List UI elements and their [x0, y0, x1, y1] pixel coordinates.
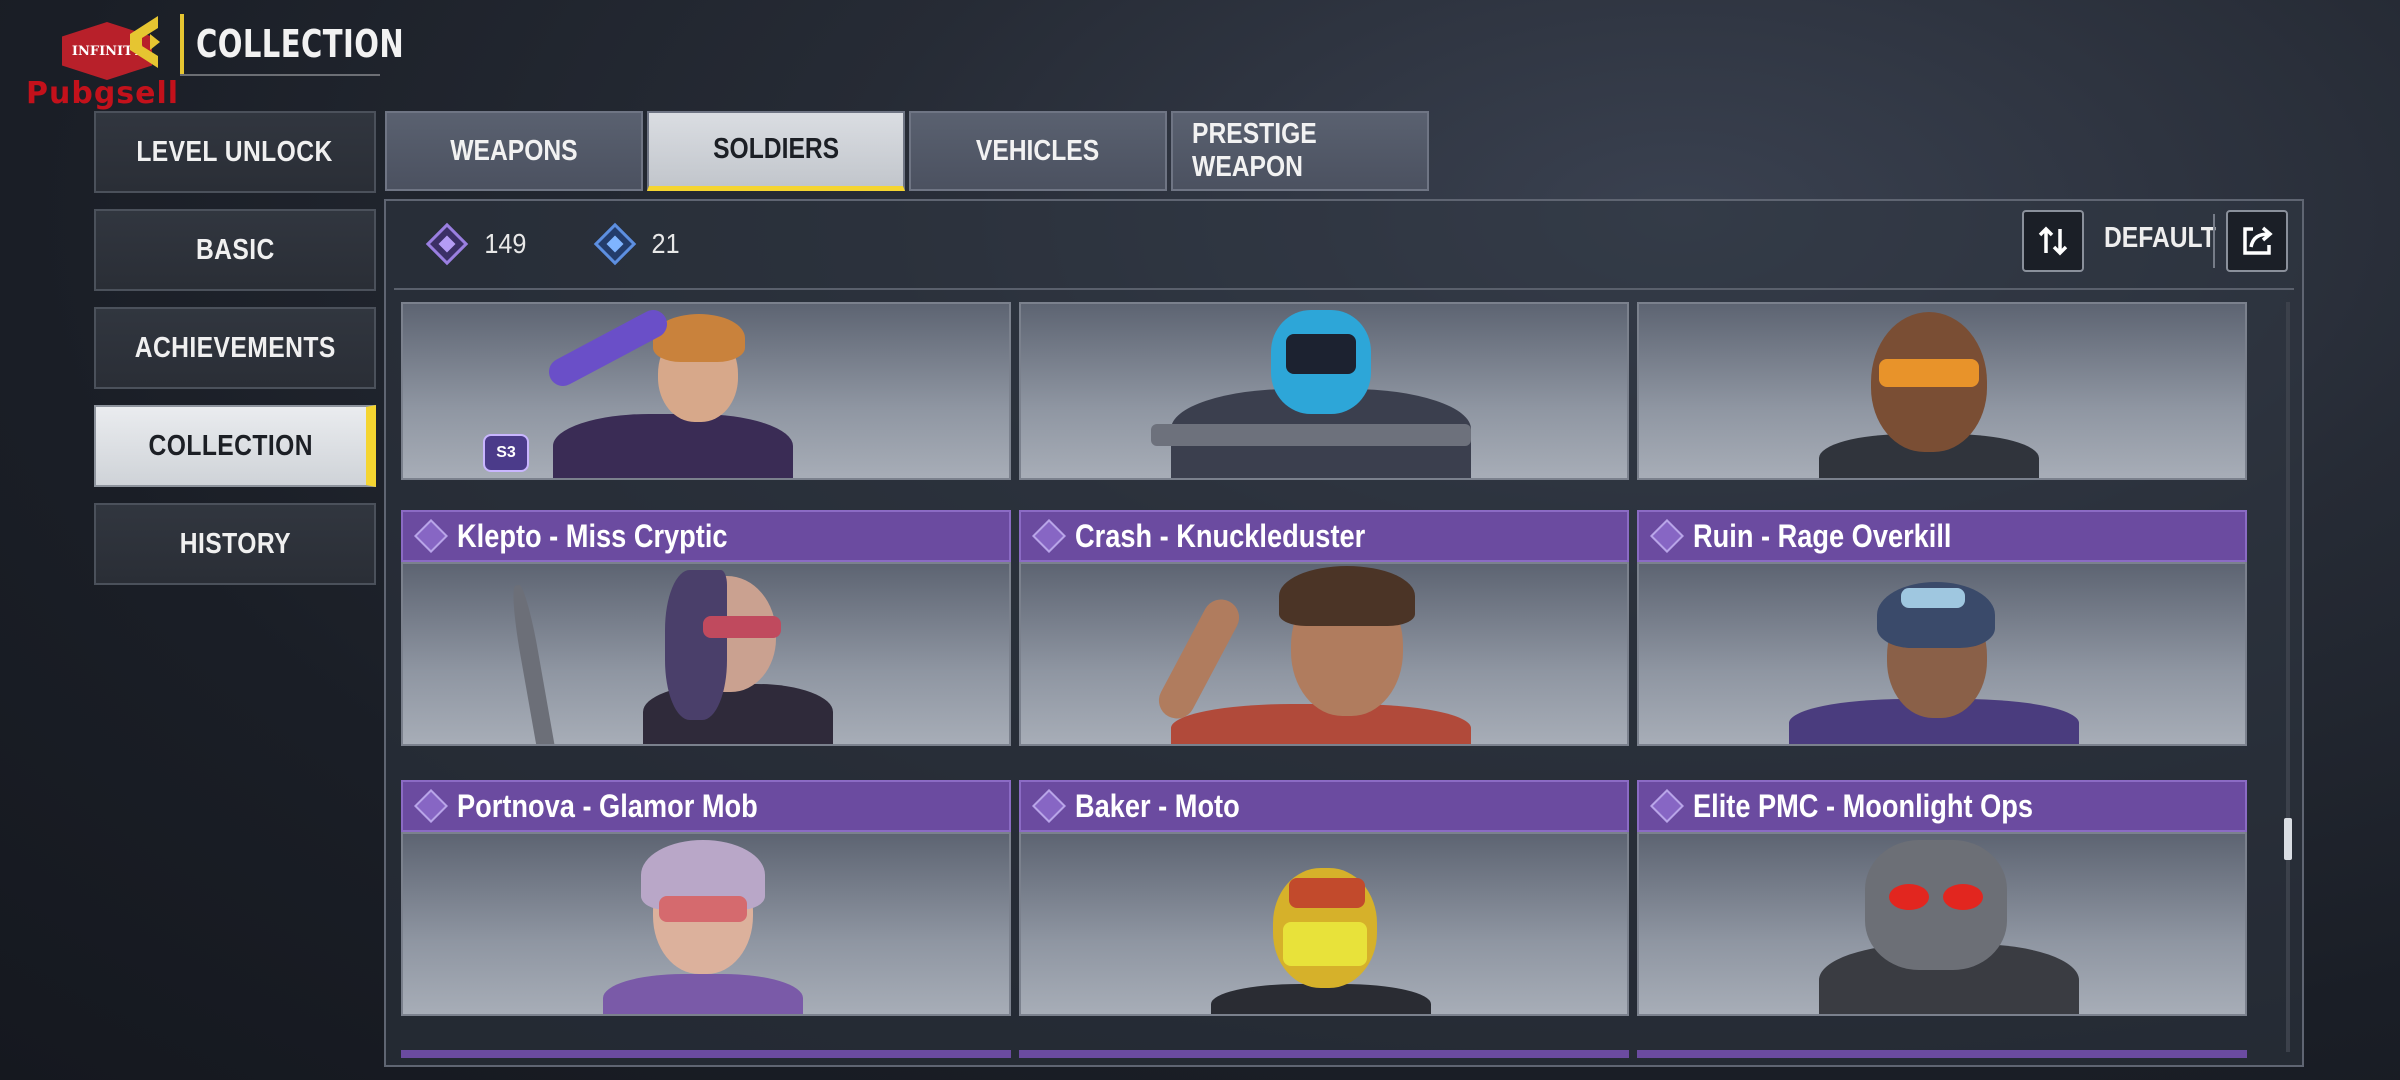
currency-purple: 149	[425, 222, 529, 266]
soldier-name: Portnova - Glamor Mob	[457, 787, 758, 824]
sidebar-item-collection[interactable]: COLLECTION	[94, 405, 376, 487]
scrollbar-track[interactable]	[2286, 302, 2290, 1052]
purple-diamond-icon	[425, 222, 469, 266]
soldier-portrait	[1637, 302, 2247, 480]
card-header: Elite PMC - Moonlight Ops	[1637, 780, 2247, 832]
soldier-portrait	[401, 832, 1011, 1016]
tab-label: VEHICLES	[976, 134, 1100, 167]
tab-weapons[interactable]: WEAPONS	[385, 111, 643, 191]
soldier-portrait	[1637, 562, 2247, 746]
share-icon	[2243, 226, 2273, 255]
tab-label: SOLDIERS	[712, 133, 840, 165]
soldier-portrait: S3	[401, 302, 1011, 480]
page-title-text: COLLECTION	[196, 22, 405, 66]
tab-label: PRESTIGE WEAPON	[1192, 118, 1317, 183]
next-row-strip	[1637, 1050, 2247, 1058]
sidebar-item-history[interactable]: HISTORY	[94, 503, 376, 585]
share-button[interactable]	[2226, 210, 2288, 272]
tab-vehicles[interactable]: VEHICLES	[909, 111, 1167, 191]
season-badge: S3	[483, 434, 529, 472]
soldier-card[interactable]: Klepto - Miss Cryptic	[401, 510, 1011, 746]
collection-emblem-icon	[130, 16, 160, 68]
soldier-card[interactable]: Baker - Moto	[1019, 780, 1629, 1016]
soldier-card[interactable]: Crash - Knuckleduster	[1019, 510, 1629, 746]
tab-label: WEAPONS	[450, 134, 578, 167]
sidebar-item-label: HISTORY	[179, 527, 291, 560]
soldier-portrait	[1019, 562, 1629, 746]
sort-label[interactable]: DEFAULT	[2104, 222, 2216, 255]
header-underline	[180, 74, 380, 76]
sidebar-item-label: COLLECTION	[148, 429, 314, 462]
soldier-name: Crash - Knuckleduster	[1075, 517, 1366, 554]
soldier-name: Baker - Moto	[1075, 787, 1240, 824]
sort-icon	[2038, 226, 2068, 256]
watermark-text: Pubgsell	[26, 76, 180, 111]
sidebar-item-label: LEVEL UNLOCK	[136, 135, 334, 168]
sort-divider	[2213, 214, 2215, 268]
sidebar-item-label: ACHIEVEMENTS	[134, 331, 336, 364]
soldier-name: Klepto - Miss Cryptic	[457, 517, 728, 554]
soldier-card[interactable]: Portnova - Glamor Mob	[401, 780, 1011, 1016]
next-row-strip	[1019, 1050, 1629, 1058]
rarity-diamond-icon	[1032, 789, 1066, 823]
soldier-card[interactable]	[1019, 302, 1629, 480]
page-title: COLLECTION	[180, 14, 453, 74]
soldier-portrait	[1019, 832, 1629, 1016]
sidebar-item-level-unlock[interactable]: LEVEL UNLOCK	[94, 111, 376, 193]
currency-value: 21	[651, 228, 680, 259]
soldier-card[interactable]: Elite PMC - Moonlight Ops	[1637, 780, 2247, 1016]
tab-soldiers[interactable]: SOLDIERS	[647, 111, 905, 191]
soldier-portrait	[401, 562, 1011, 746]
blue-diamond-icon	[593, 222, 637, 266]
tab-prestige-weapon[interactable]: PRESTIGE WEAPON	[1171, 111, 1429, 191]
card-header: Klepto - Miss Cryptic	[401, 510, 1011, 562]
soldier-card[interactable]: Ruin - Rage Overkill	[1637, 510, 2247, 746]
rarity-diamond-icon	[1650, 789, 1684, 823]
sidebar-item-basic[interactable]: BASIC	[94, 209, 376, 291]
soldier-portrait	[1637, 832, 2247, 1016]
rarity-diamond-icon	[414, 789, 448, 823]
scrollbar-thumb[interactable]	[2284, 818, 2292, 860]
soldier-card[interactable]: S3	[401, 302, 1011, 480]
card-header: Ruin - Rage Overkill	[1637, 510, 2247, 562]
sort-button[interactable]	[2022, 210, 2084, 272]
rarity-diamond-icon	[1032, 519, 1066, 553]
next-row-strip	[401, 1050, 1011, 1058]
soldier-card[interactable]	[1637, 302, 2247, 480]
currency-blue: 21	[593, 222, 681, 266]
rarity-diamond-icon	[414, 519, 448, 553]
sidebar-item-label: BASIC	[195, 233, 275, 266]
soldier-name: Ruin - Rage Overkill	[1693, 517, 1952, 554]
card-header: Baker - Moto	[1019, 780, 1629, 832]
rarity-diamond-icon	[1650, 519, 1684, 553]
season-badge-text: S3	[496, 444, 516, 461]
panel-separator	[394, 288, 2294, 290]
card-header: Crash - Knuckleduster	[1019, 510, 1629, 562]
soldier-name: Elite PMC - Moonlight Ops	[1693, 787, 2033, 824]
currency-value: 149	[484, 228, 527, 259]
sidebar-item-achievements[interactable]: ACHIEVEMENTS	[94, 307, 376, 389]
soldier-portrait	[1019, 302, 1629, 480]
card-header: Portnova - Glamor Mob	[401, 780, 1011, 832]
